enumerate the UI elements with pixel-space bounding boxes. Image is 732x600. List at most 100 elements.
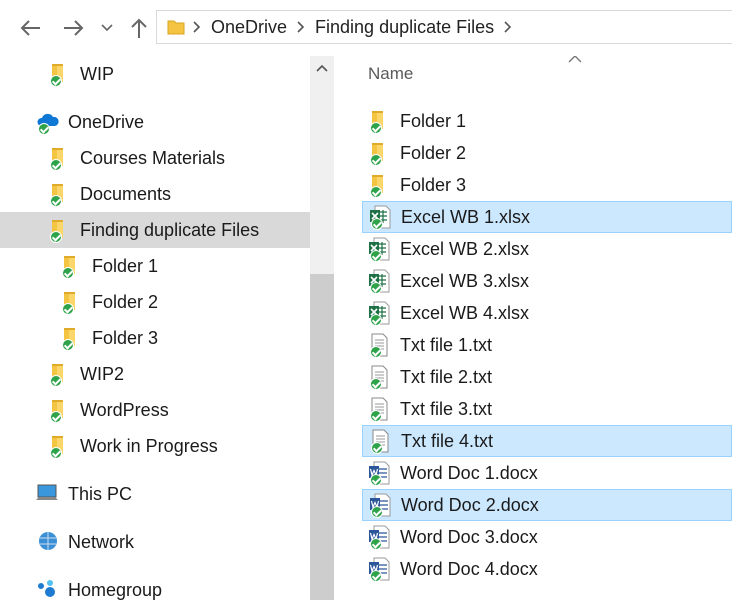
file-list-item[interactable]: Folder 2 (362, 137, 732, 169)
file-name: Excel WB 4.xlsx (400, 302, 530, 323)
column-header-name[interactable]: Name (368, 64, 413, 84)
synced-folder-icon (48, 146, 72, 171)
file-list-item[interactable]: Excel WB 4.xlsx (362, 297, 732, 329)
nav-item-folder-2[interactable]: Folder 2 (60, 284, 310, 320)
file-list-item[interactable]: Txt file 3.txt (362, 393, 732, 425)
nav-item-label: Folder 1 (92, 255, 159, 276)
synced-folder-icon (60, 254, 84, 279)
forward-button[interactable] (58, 12, 90, 44)
nav-item-label: Work in Progress (80, 435, 218, 456)
up-button[interactable] (124, 12, 154, 44)
nav-item-folder-3[interactable]: Folder 3 (60, 320, 310, 356)
file-name: Excel WB 1.xlsx (401, 206, 531, 227)
nav-item-network[interactable]: Network (36, 524, 310, 560)
network-icon (36, 530, 60, 554)
synced-folder-icon (60, 326, 84, 351)
scroll-up-button[interactable] (310, 56, 334, 80)
nav-item-label: Homegroup (68, 579, 163, 600)
excel-file-icon (368, 237, 392, 262)
chevron-right-icon[interactable] (500, 15, 516, 39)
folder-icon (163, 15, 189, 39)
synced-folder-icon (60, 290, 84, 315)
synced-folder-icon (48, 218, 72, 243)
file-list-item[interactable]: Word Doc 1.docx (362, 457, 732, 489)
address-bar[interactable]: OneDrive Finding duplicate Files (156, 10, 732, 44)
file-list-item[interactable]: Folder 1 (362, 105, 732, 137)
text-file-icon (368, 397, 392, 422)
arrow-up-icon (131, 18, 147, 38)
nav-item-label: OneDrive (68, 111, 145, 132)
nav-item-documents[interactable]: Documents (48, 176, 310, 212)
breadcrumb-current-folder[interactable]: Finding duplicate Files (309, 17, 500, 38)
nav-item-work-in-progress[interactable]: Work in Progress (48, 428, 310, 464)
file-name: Folder 3 (400, 174, 467, 195)
text-file-icon (368, 333, 392, 358)
nav-item-label: Folder 3 (92, 327, 159, 348)
word-file-icon (368, 461, 392, 486)
file-name: Word Doc 2.docx (401, 494, 539, 515)
file-list-pane: Name Folder 1 Folder 2 Folder 3 Excel WB 1.… (336, 56, 732, 600)
nav-item-label: Finding duplicate Files (80, 219, 260, 240)
file-name: Folder 1 (400, 110, 467, 131)
recent-locations-button[interactable] (96, 12, 118, 44)
file-name: Txt file 4.txt (401, 430, 494, 451)
nav-item-wip[interactable]: WIP (48, 56, 310, 92)
file-list-item[interactable]: Excel WB 1.xlsx (362, 201, 732, 233)
scroll-thumb[interactable] (310, 274, 334, 600)
text-file-icon (368, 365, 392, 390)
file-list-item[interactable]: Word Doc 3.docx (362, 521, 732, 553)
arrow-left-icon (20, 20, 40, 36)
file-list-item[interactable]: Word Doc 2.docx (362, 489, 732, 521)
excel-file-icon (369, 205, 393, 230)
synced-folder-icon (48, 62, 72, 87)
excel-file-icon (368, 269, 392, 294)
chevron-down-icon (101, 24, 113, 32)
navigation-toolbar: OneDrive Finding duplicate Files (0, 0, 732, 56)
word-file-icon (368, 557, 392, 582)
nav-item-label: WIP2 (80, 363, 125, 384)
nav-item-homegroup[interactable]: Homegroup (36, 572, 310, 600)
excel-file-icon (368, 301, 392, 326)
file-name: Word Doc 4.docx (400, 558, 538, 579)
file-name: Excel WB 3.xlsx (400, 270, 530, 291)
file-list-item[interactable]: Folder 3 (362, 169, 732, 201)
synced-folder-icon (368, 109, 392, 134)
file-name: Txt file 1.txt (400, 334, 493, 355)
synced-folder-icon (48, 434, 72, 459)
file-name: Word Doc 3.docx (400, 526, 538, 547)
chevron-up-icon (316, 64, 328, 72)
file-name: Folder 2 (400, 142, 467, 163)
file-name: Txt file 3.txt (400, 398, 493, 419)
file-list-item[interactable]: Txt file 2.txt (362, 361, 732, 393)
chevron-right-icon (293, 15, 309, 39)
file-list-item[interactable]: Txt file 1.txt (362, 329, 732, 361)
synced-folder-icon (48, 182, 72, 207)
file-name: Excel WB 2.xlsx (400, 238, 530, 259)
back-button[interactable] (14, 12, 46, 44)
word-file-icon (369, 493, 393, 518)
nav-item-label: Folder 2 (92, 291, 159, 312)
synced-folder-icon (368, 173, 392, 198)
nav-item-this-pc[interactable]: This PC (36, 476, 310, 512)
synced-folder-icon (48, 398, 72, 423)
nav-item-onedrive[interactable]: OneDrive (36, 104, 310, 140)
file-list-item[interactable]: Excel WB 2.xlsx (362, 233, 732, 265)
nav-item-label: This PC (68, 483, 133, 504)
nav-item-wip2[interactable]: WIP2 (48, 356, 310, 392)
file-list-item[interactable]: Txt file 4.txt (362, 425, 732, 457)
nav-item-finding-duplicate-files[interactable]: Finding duplicate Files (0, 212, 310, 248)
breadcrumb-onedrive[interactable]: OneDrive (205, 17, 293, 38)
nav-item-label: Courses Materials (80, 147, 226, 168)
synced-folder-icon (48, 362, 72, 387)
file-list-item[interactable]: Excel WB 3.xlsx (362, 265, 732, 297)
synced-folder-icon (368, 141, 392, 166)
onedrive-cloud-icon (36, 110, 60, 135)
nav-item-folder-1[interactable]: Folder 1 (60, 248, 310, 284)
nav-item-courses-materials[interactable]: Courses Materials (48, 140, 310, 176)
nav-item-wordpress[interactable]: WordPress (48, 392, 310, 428)
file-name: Word Doc 1.docx (400, 462, 538, 483)
homegroup-icon (36, 578, 60, 600)
file-list-item[interactable]: Word Doc 4.docx (362, 553, 732, 585)
navigation-scrollbar[interactable] (310, 56, 334, 600)
nav-item-label: WordPress (80, 399, 169, 420)
